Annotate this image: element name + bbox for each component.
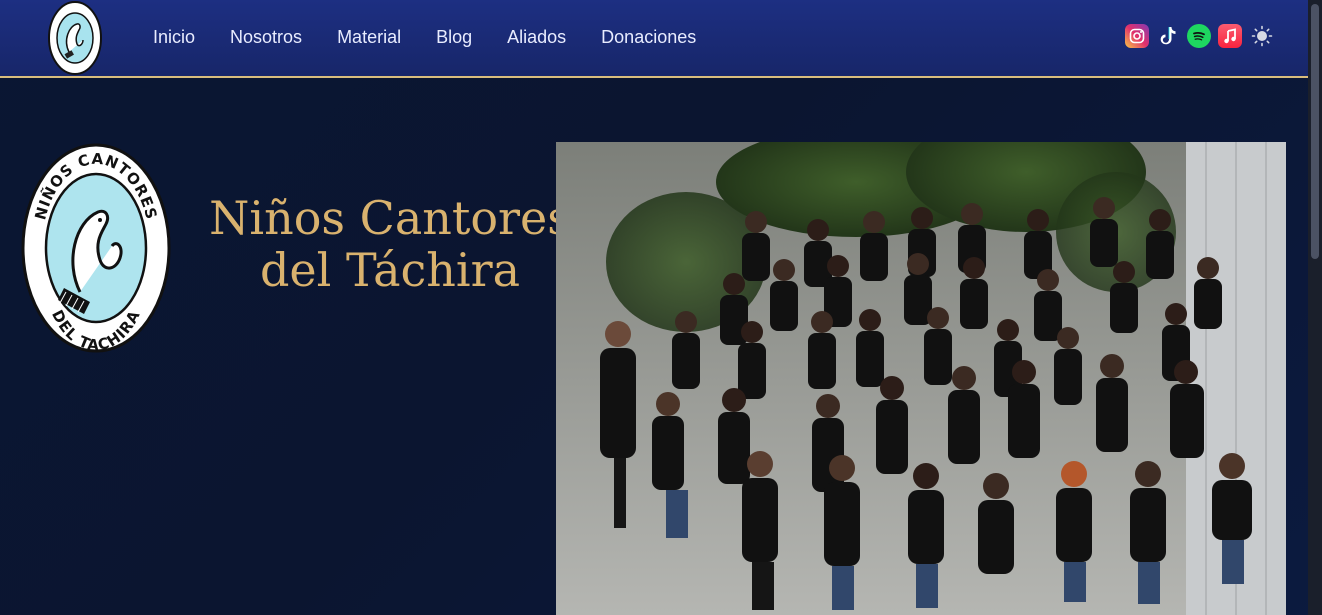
hero-logo: NIÑOS CANTORES DEL TACHIRA xyxy=(20,142,172,355)
nav-link-nosotros[interactable]: Nosotros xyxy=(230,24,302,50)
instagram-icon[interactable] xyxy=(1125,24,1149,48)
scrollbar-thumb[interactable] xyxy=(1311,4,1319,259)
apple-music-icon[interactable] xyxy=(1218,24,1242,48)
nav-link-inicio[interactable]: Inicio xyxy=(153,24,195,50)
nav-link-aliados[interactable]: Aliados xyxy=(507,24,566,50)
hero-title-line2: del Táchira xyxy=(259,243,521,297)
hero-title-line1: Niños Cantores xyxy=(209,191,571,245)
page-scrollbar[interactable] xyxy=(1308,0,1322,615)
nav-logo[interactable] xyxy=(47,0,103,76)
nav-link-donaciones[interactable]: Donaciones xyxy=(601,24,696,50)
nav-link-blog[interactable]: Blog xyxy=(436,24,472,50)
tiktok-icon[interactable] xyxy=(1156,24,1180,48)
navbar: Inicio Nosotros Material Blog Aliados Do… xyxy=(0,0,1308,78)
choir-group-photo xyxy=(556,142,1286,615)
spotify-icon[interactable] xyxy=(1187,24,1211,48)
hero-title: Niños Cantores del Táchira xyxy=(205,192,575,296)
theme-toggle-icon[interactable] xyxy=(1250,24,1274,48)
nav-link-material[interactable]: Material xyxy=(337,24,401,50)
